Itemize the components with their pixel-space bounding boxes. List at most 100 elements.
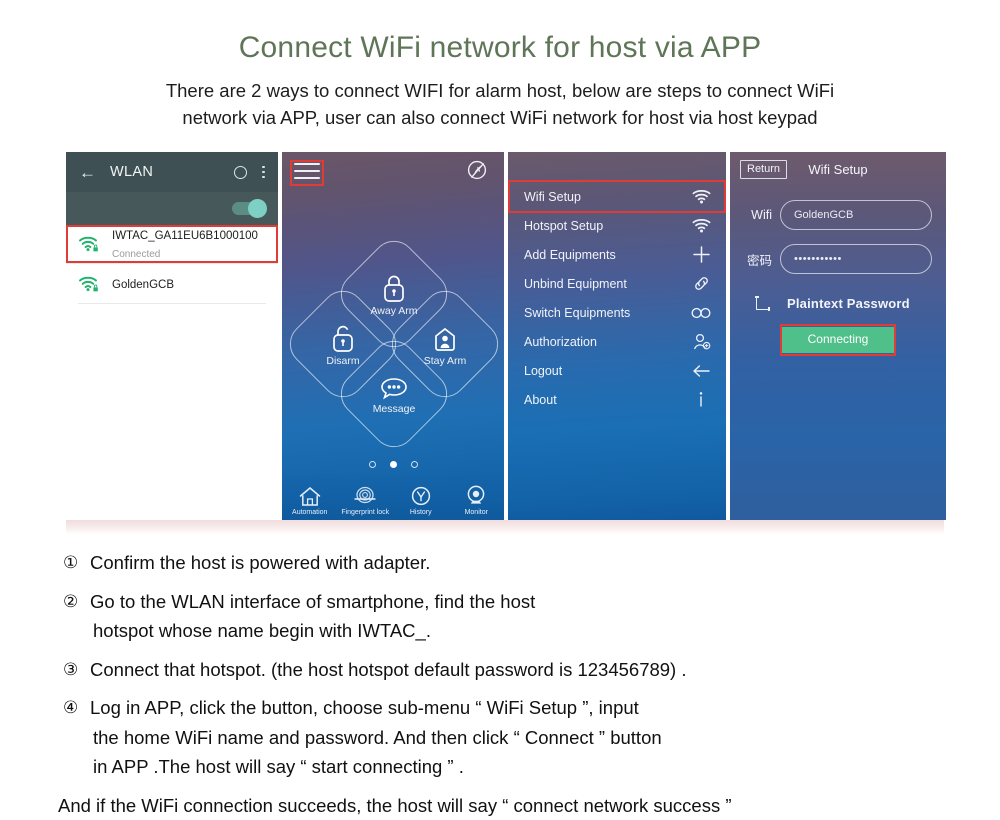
- step-line: Go to the WLAN interface of smartphone, …: [90, 590, 536, 612]
- phone-screen-home: Away Arm Disarm Stay Arm Message Automat…: [282, 152, 504, 520]
- menu-item-label: Switch Equipments: [524, 305, 631, 320]
- intro-line-2: network via APP, user can also connect W…: [182, 107, 818, 128]
- tab-history[interactable]: History: [393, 484, 449, 520]
- wifi-password-row: 密码 •••••••••••: [744, 230, 932, 274]
- action-label: Message: [372, 402, 416, 415]
- menu-item-logout[interactable]: Logout: [524, 356, 712, 385]
- instruction-list: ① Confirm the host is powered with adapt…: [58, 548, 963, 820]
- network-name: IWTAC_GA11EU6B1000100: [112, 230, 258, 242]
- step-line: Confirm the host is powered with adapter…: [90, 552, 431, 573]
- step-number: ④: [63, 698, 79, 717]
- network-name: GoldenGCB: [112, 278, 175, 291]
- notification-off-icon[interactable]: [464, 158, 490, 184]
- menu-item-add-equipments[interactable]: Add Equipments: [524, 240, 712, 269]
- network-info: IWTAC_GA11EU6B1000100 Connected: [112, 226, 268, 262]
- network-row-iwtac[interactable]: IWTAC_GA11EU6B1000100 Connected: [66, 225, 278, 263]
- left-arrow-icon: [690, 361, 712, 381]
- menu-item-label: Add Equipments: [524, 247, 616, 262]
- tab-fingerprint-lock[interactable]: Fingerprint lock: [338, 484, 394, 520]
- list-divider: [78, 303, 266, 304]
- wifi-toggle[interactable]: [232, 199, 267, 218]
- instruction-step-1: ① Confirm the host is powered with adapt…: [63, 548, 963, 578]
- fingerprint-icon: [354, 486, 376, 504]
- menu-item-unbind-equipment[interactable]: Unbind Equipment: [524, 269, 712, 298]
- wifi-name-row: Wifi GoldenGCB: [744, 186, 932, 230]
- menu-item-about[interactable]: About: [524, 385, 712, 414]
- chat-bubble-icon: [381, 377, 407, 399]
- wifi-name-input[interactable]: GoldenGCB: [780, 200, 932, 230]
- instruction-step-2: ② Go to the WLAN interface of smartphone…: [63, 587, 963, 646]
- padlock-closed-icon: [384, 275, 404, 302]
- menu-item-label: Authorization: [524, 334, 597, 349]
- wifi-password-label: 密码: [746, 253, 772, 268]
- wifi-password-input[interactable]: •••••••••••: [780, 244, 932, 274]
- connect-button[interactable]: Connecting: [781, 327, 895, 353]
- network-row-goldengcb[interactable]: GoldenGCB: [66, 263, 278, 303]
- back-arrow-icon[interactable]: ←: [79, 164, 96, 181]
- plaintext-password-checkbox[interactable]: [755, 296, 770, 311]
- step-line: in APP .The host will say “ start connec…: [93, 756, 464, 777]
- intro-line-1: There are 2 ways to connect WIFI for ala…: [165, 80, 835, 101]
- phone-screen-wlan: ← WLAN IWTAC_GA11EU6B1000100 Connected G…: [66, 152, 278, 520]
- hamburger-menu-icon[interactable]: [294, 161, 320, 181]
- tab-monitor[interactable]: Monitor: [449, 484, 505, 520]
- page-dot[interactable]: [368, 461, 376, 468]
- plus-icon: [690, 245, 712, 265]
- menu-item-switch-equipments[interactable]: Switch Equipments: [524, 298, 712, 327]
- wifi-secured-icon: [78, 235, 100, 253]
- add-user-icon: [690, 332, 712, 352]
- home-topbar: [282, 152, 504, 190]
- page-dot-active[interactable]: [389, 461, 397, 468]
- step-number: ③: [63, 659, 79, 679]
- step-body: Log in APP, click the button, choose sub…: [90, 693, 963, 782]
- infinity-icon: [690, 303, 712, 323]
- phone-screen-menu: Wifi Setup Hotspot Setup Add Equipments …: [508, 152, 726, 520]
- circle-icon[interactable]: [234, 165, 248, 179]
- step-body: Confirm the host is powered with adapter…: [90, 548, 963, 578]
- link-icon: [690, 274, 712, 294]
- person-home-icon: [435, 327, 455, 351]
- return-button[interactable]: Return: [740, 159, 788, 179]
- menu-item-wifi-setup[interactable]: Wifi Setup: [508, 180, 726, 213]
- step-number: ①: [63, 553, 79, 572]
- bottom-tabbar: Automation Fingerprint lock History Moni…: [282, 472, 504, 520]
- step-line: hotspot whose name begin with IWTAC_.: [93, 620, 431, 641]
- page-title: Connect WiFi network for host via APP: [238, 31, 762, 64]
- page-indicator: [282, 461, 504, 468]
- network-info: GoldenGCB: [112, 275, 268, 293]
- password-masked-value: •••••••••••: [794, 253, 842, 265]
- step-body: Go to the WLAN interface of smartphone, …: [90, 587, 963, 646]
- wifi-icon: [690, 216, 712, 236]
- page-dot[interactable]: [410, 461, 418, 468]
- step-body: Connect that hotspot. (the host hotspot …: [90, 655, 963, 685]
- menu-item-label: Unbind Equipment: [524, 276, 627, 291]
- plaintext-password-row[interactable]: Plaintext Password: [755, 296, 946, 311]
- menu-item-hotspot-setup[interactable]: Hotspot Setup: [524, 211, 712, 240]
- instruction-step-3: ③ Connect that hotspot. (the host hotspo…: [63, 655, 963, 685]
- info-icon: [690, 390, 712, 410]
- intro-paragraph: There are 2 ways to connect WIFI for ala…: [55, 77, 945, 131]
- connect-button-wrap: Connecting: [730, 324, 946, 356]
- step-line: Connect that hotspot. (the host hotspot …: [90, 658, 687, 680]
- step-line: the home WiFi name and password. And the…: [93, 726, 662, 748]
- clock-icon: [411, 486, 430, 506]
- wifi-secured-icon: [78, 275, 100, 293]
- tab-automation[interactable]: Automation: [282, 484, 338, 520]
- menu-item-label: About: [524, 392, 557, 407]
- menu-item-label: Hotspot Setup: [524, 218, 604, 233]
- wifi-icon: [690, 187, 712, 207]
- screenshot-strip: ← WLAN IWTAC_GA11EU6B1000100 Connected G…: [66, 152, 946, 520]
- arm-action-grid: Away Arm Disarm Stay Arm Message: [282, 231, 504, 457]
- menu-list: Wifi Setup Hotspot Setup Add Equipments …: [508, 180, 726, 414]
- network-list: IWTAC_GA11EU6B1000100 Connected GoldenGC…: [66, 225, 278, 304]
- camera-icon: [467, 485, 485, 504]
- network-status: Connected: [112, 249, 161, 260]
- step-number: ②: [63, 591, 79, 611]
- menu-item-authorization[interactable]: Authorization: [524, 327, 712, 356]
- tab-label: Automation: [292, 509, 328, 516]
- overflow-menu-icon[interactable]: [262, 165, 265, 179]
- wifi-setup-topbar: Return Wifi Setup: [730, 152, 946, 186]
- tab-label: Monitor: [464, 509, 488, 516]
- tab-label: History: [409, 509, 432, 516]
- house-icon: [299, 487, 320, 506]
